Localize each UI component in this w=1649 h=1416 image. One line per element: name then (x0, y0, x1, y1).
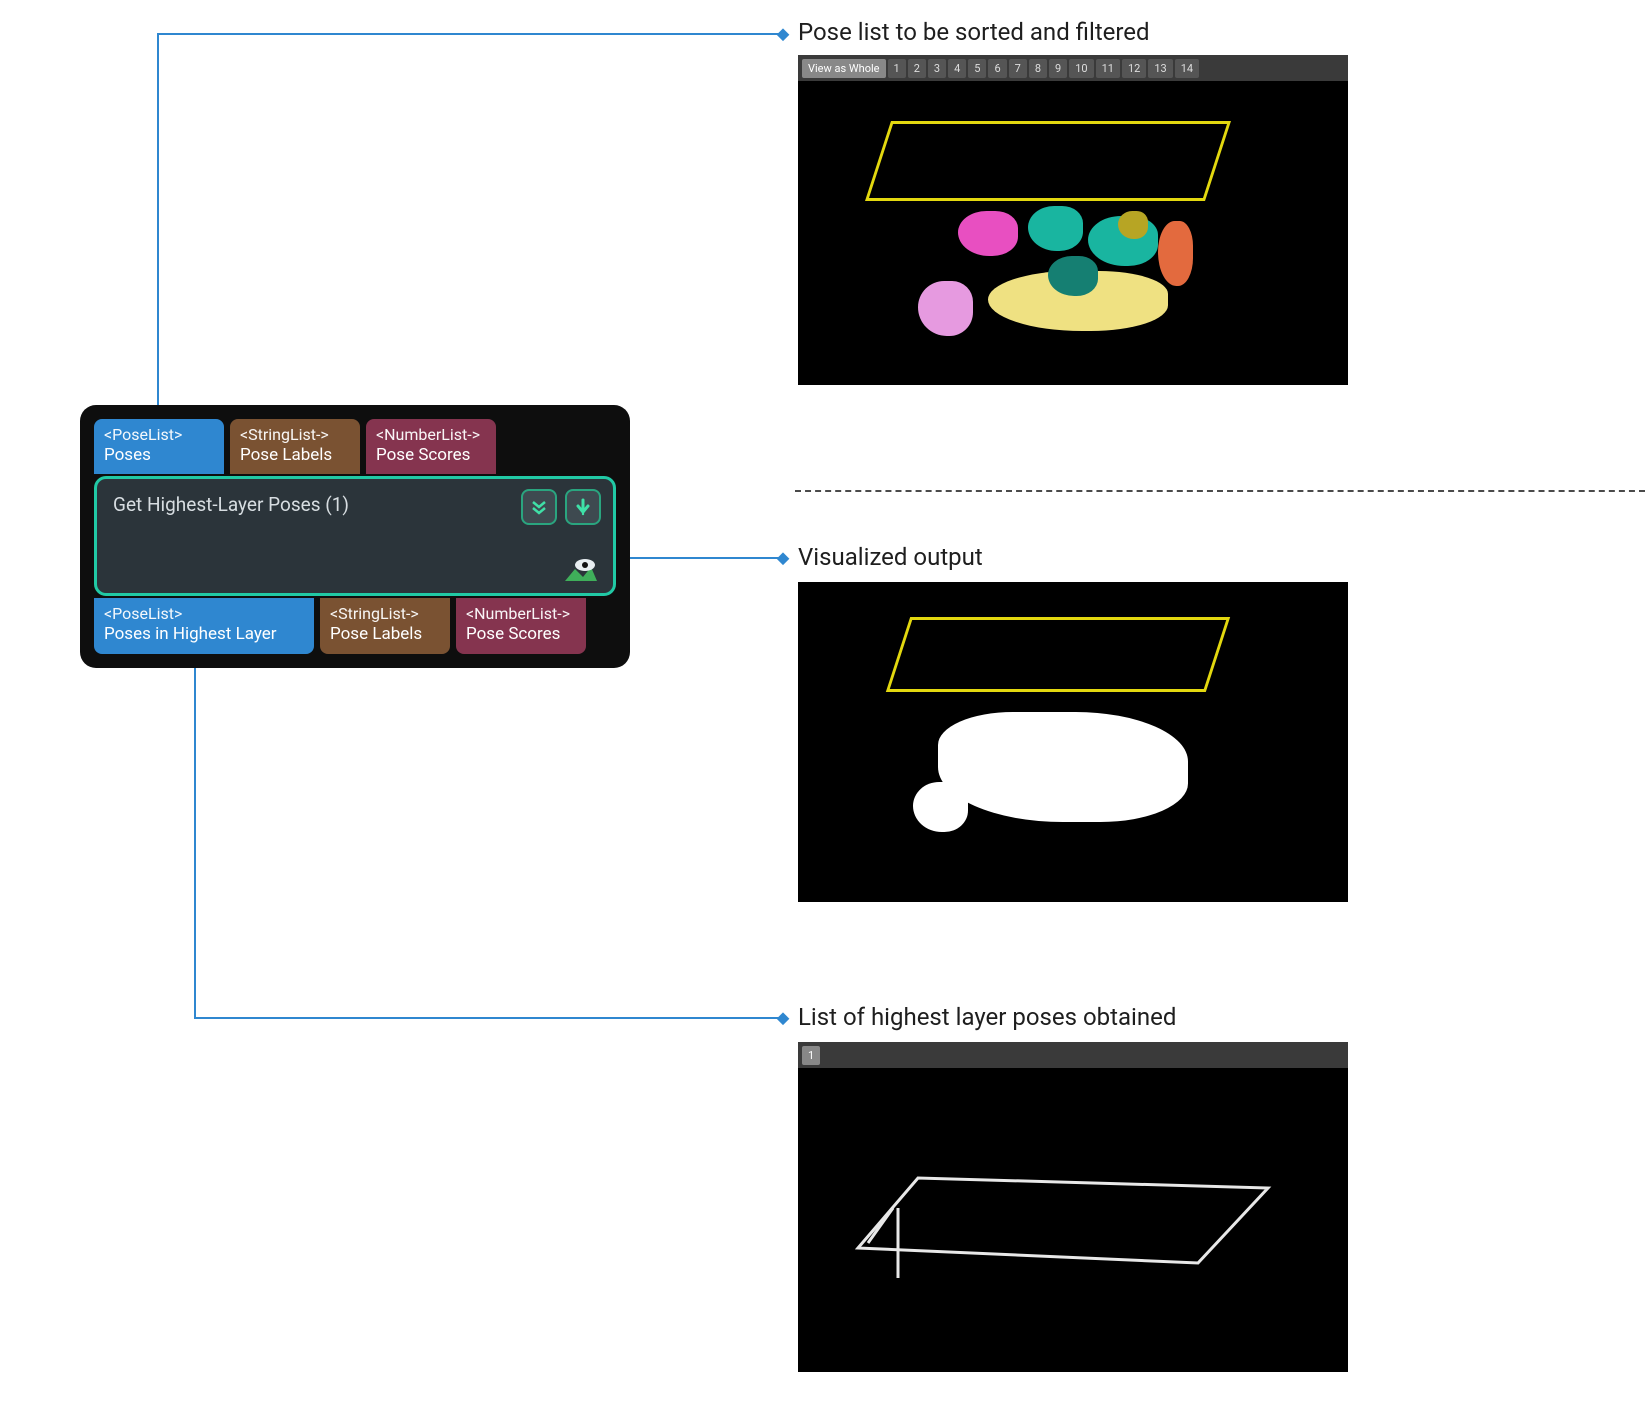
viewer-visualized-output[interactable] (798, 582, 1348, 902)
viewer-tab[interactable]: 9 (1049, 59, 1067, 78)
output-port-pose-labels[interactable]: <StringList-> Pose Labels (320, 598, 450, 653)
port-name: Pose Scores (376, 445, 486, 466)
output-port-poses-highest-layer[interactable]: <PoseList> Poses in Highest Layer (94, 598, 314, 653)
viewer-tab[interactable]: 12 (1122, 59, 1146, 78)
viewer-canvas (798, 582, 1348, 902)
port-name: Poses (104, 445, 214, 466)
node-get-highest-layer-poses: <PoseList> Poses <StringList-> Pose Labe… (80, 405, 630, 668)
viewer-tab-bar: 1 (798, 1042, 1348, 1068)
port-name: Poses in Highest Layer (104, 624, 304, 645)
viewer-tab[interactable]: 13 (1148, 59, 1172, 78)
arrow-down-icon (574, 498, 592, 516)
input-port-pose-labels[interactable]: <StringList-> Pose Labels (230, 419, 360, 474)
port-type: <StringList-> (330, 604, 440, 624)
node-body[interactable]: Get Highest-Layer Poses (1) (94, 476, 616, 596)
viewer-tab[interactable]: 2 (908, 59, 926, 78)
viewer-tab[interactable]: 5 (968, 59, 986, 78)
viewer-tab[interactable]: 6 (988, 59, 1006, 78)
viewer-tab-whole[interactable]: View as Whole (802, 59, 886, 78)
viewer-tab[interactable]: 7 (1009, 59, 1027, 78)
input-port-pose-scores[interactable]: <NumberList-> Pose Scores (366, 419, 496, 474)
viewer-canvas (798, 1068, 1348, 1372)
input-port-poses[interactable]: <PoseList> Poses (94, 419, 224, 474)
callout-output-label: List of highest layer poses obtained (798, 1003, 1176, 1031)
viewer-output-poses[interactable]: 1 (798, 1042, 1348, 1372)
port-type: <PoseList> (104, 604, 304, 624)
port-type: <PoseList> (104, 425, 214, 445)
viewer-tab[interactable]: 1 (802, 1046, 820, 1065)
viewer-tab[interactable]: 14 (1175, 59, 1199, 78)
visualize-eye-icon[interactable] (563, 559, 599, 585)
viewer-tab[interactable]: 4 (948, 59, 966, 78)
chevrons-down-icon (530, 498, 548, 516)
output-ports-row: <PoseList> Poses in Highest Layer <Strin… (94, 598, 616, 653)
port-name: Pose Scores (466, 624, 576, 645)
callout-visualized-label: Visualized output (798, 543, 983, 571)
viewer-tab[interactable]: 11 (1096, 59, 1120, 78)
viewer-tab[interactable]: 3 (928, 59, 946, 78)
port-name: Pose Labels (240, 445, 350, 466)
viewer-input-poses[interactable]: View as Whole 1 2 3 4 5 6 7 8 9 10 11 12… (798, 55, 1348, 385)
port-type: <StringList-> (240, 425, 350, 445)
section-divider (795, 490, 1645, 492)
port-type: <NumberList-> (376, 425, 486, 445)
port-type: <NumberList-> (466, 604, 576, 624)
viewer-tab[interactable]: 10 (1069, 59, 1093, 78)
callout-input-label: Pose list to be sorted and filtered (798, 18, 1150, 46)
port-name: Pose Labels (330, 624, 440, 645)
expand-button[interactable] (521, 489, 557, 525)
input-ports-row: <PoseList> Poses <StringList-> Pose Labe… (94, 419, 616, 474)
viewer-tab[interactable]: 8 (1029, 59, 1047, 78)
viewer-tab[interactable]: 1 (888, 59, 906, 78)
run-button[interactable] (565, 489, 601, 525)
viewer-tab-bar: View as Whole 1 2 3 4 5 6 7 8 9 10 11 12… (798, 55, 1348, 81)
output-port-pose-scores[interactable]: <NumberList-> Pose Scores (456, 598, 586, 653)
viewer-canvas (798, 81, 1348, 385)
